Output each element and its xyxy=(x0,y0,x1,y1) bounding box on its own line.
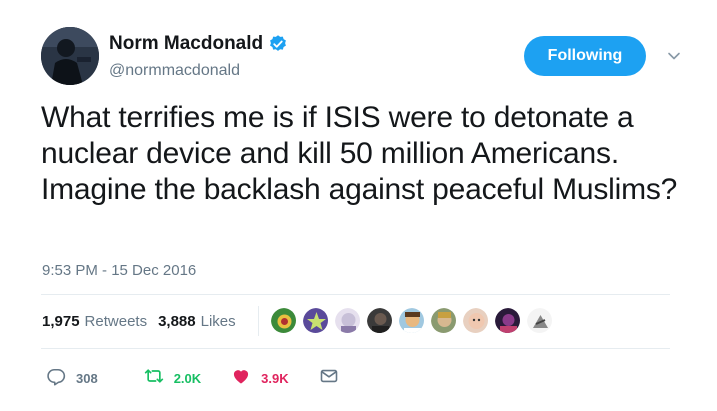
liker-avatar[interactable] xyxy=(398,307,425,334)
likes-stat[interactable]: 3,888 Likes xyxy=(158,313,236,330)
author-name-row: Norm Macdonald xyxy=(109,33,288,55)
reply-button[interactable]: 308 xyxy=(46,366,98,391)
liker-avatar[interactable] xyxy=(462,307,489,334)
direct-message-button[interactable] xyxy=(319,366,339,391)
like-count: 3.9K xyxy=(261,371,289,386)
liker-avatar[interactable] xyxy=(334,307,361,334)
tweet-text: What terrifies me is if ISIS were to det… xyxy=(41,101,678,206)
liker-avatar[interactable] xyxy=(302,307,329,334)
tweet-timestamp[interactable]: 9:53 PM - 15 Dec 2016 xyxy=(42,262,196,279)
envelope-icon xyxy=(319,366,339,391)
liker-avatar[interactable] xyxy=(430,307,457,334)
retweet-count: 2.0K xyxy=(173,371,202,386)
stats-divider xyxy=(258,306,259,336)
retweet-icon xyxy=(144,366,164,391)
liker-avatar[interactable] xyxy=(526,307,553,334)
divider-bottom xyxy=(41,348,670,349)
divider-top xyxy=(41,294,670,295)
liker-avatar[interactable] xyxy=(494,307,521,334)
likes-count: 3,888 xyxy=(158,313,196,330)
likes-label: Likes xyxy=(200,313,236,330)
heart-icon xyxy=(231,366,251,391)
author-avatar[interactable] xyxy=(41,27,99,85)
tweet-actions: 308 2.0K 3.9K xyxy=(46,366,339,391)
liker-avatar[interactable] xyxy=(270,307,297,334)
liker-avatar[interactable] xyxy=(366,307,393,334)
retweets-count: 1,975 xyxy=(42,313,80,330)
author-handle[interactable]: @normmacdonald xyxy=(109,62,240,80)
chevron-down-icon[interactable] xyxy=(666,48,682,64)
reply-icon xyxy=(46,366,66,391)
like-button[interactable]: 3.9K xyxy=(231,366,289,391)
retweets-stat[interactable]: 1,975 Retweets xyxy=(42,313,147,330)
reply-count: 308 xyxy=(76,371,98,386)
retweet-button[interactable]: 2.0K xyxy=(144,366,201,391)
liker-avatars xyxy=(270,307,558,334)
retweets-label: Retweets xyxy=(84,313,148,330)
following-button[interactable]: Following xyxy=(524,36,646,76)
verified-badge-icon xyxy=(268,34,288,54)
tweet-stats: 1,975 Retweets 3,888 Likes xyxy=(42,313,247,330)
author-display-name[interactable]: Norm Macdonald xyxy=(109,33,263,55)
